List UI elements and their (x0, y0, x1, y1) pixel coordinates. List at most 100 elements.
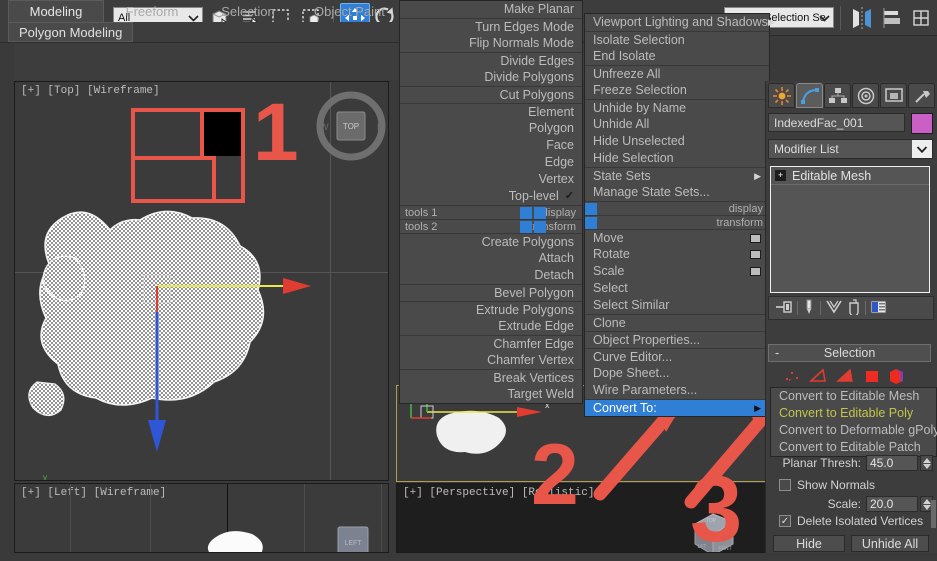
modifier-list-dropdown[interactable]: Modifier List (768, 139, 933, 159)
edge-icon[interactable] (808, 367, 829, 387)
planar-thresh-spinner[interactable] (920, 455, 933, 471)
menu-item-convert-to-editable-patch[interactable]: Convert to Editable Patch (771, 439, 936, 456)
menu-item-hide-unselected[interactable]: Hide Unselected (585, 133, 769, 150)
mirror-icon[interactable] (847, 3, 877, 33)
delete-isolated-vertices-checkbox[interactable]: ✓ (779, 515, 791, 527)
menu-item-detach[interactable]: Detach (400, 267, 582, 284)
menu-item-state-sets[interactable]: State Sets ▶ (585, 167, 769, 184)
menu-item-isolate-selection[interactable]: Isolate Selection (585, 31, 769, 48)
menu-item-divide-edges[interactable]: Divide Edges (400, 52, 582, 69)
menu-item-rotate[interactable]: Rotate (585, 246, 769, 263)
menu-item-face[interactable]: Face (400, 137, 582, 154)
tab-object-paint[interactable]: Object Paint (296, 0, 403, 22)
menu2-row-transform[interactable]: transform (585, 215, 769, 229)
menu-row-tools-2[interactable]: tools 2 transform (400, 219, 582, 233)
object-name-field[interactable]: IndexedFac_001 (768, 113, 905, 132)
menu-row-tools-1[interactable]: tools 1 display (400, 205, 582, 219)
tab-modeling[interactable]: Modeling (8, 0, 104, 22)
remove-modifier-icon[interactable] (847, 298, 861, 318)
menu-item-extrude-edge[interactable]: Extrude Edge (400, 318, 582, 335)
menu-item-hide-selection[interactable]: Hide Selection (585, 150, 769, 167)
menu-item-make-planar[interactable]: Make Planar (400, 1, 582, 18)
viewcube-perspective[interactable]: TOP LFT FRNT (685, 506, 747, 552)
menu-quad-display-transform[interactable]: Viewport Lighting and Shadows ▶ Isolate … (584, 13, 775, 417)
viewcube-left[interactable]: LEFT (334, 524, 372, 552)
menu-item-clone[interactable]: Clone (585, 314, 769, 331)
viewport-left[interactable]: [+] [Left] [Wireframe] LEFT (14, 483, 389, 553)
create-tab[interactable] (768, 83, 795, 108)
menu-item-end-isolate[interactable]: End Isolate (585, 48, 769, 65)
move-gizmo[interactable] (143, 272, 313, 462)
menu-item-viewport-lighting-and-shadows[interactable]: Viewport Lighting and Shadows ▶ (585, 14, 775, 31)
menu-convert-to[interactable]: Convert to Editable Mesh Convert to Edit… (770, 387, 937, 457)
settings-box-icon-2[interactable] (750, 250, 761, 259)
menu-item-convert-to-editable-mesh[interactable]: Convert to Editable Mesh (771, 388, 936, 405)
menu-item-select[interactable]: Select (585, 280, 769, 297)
layer-explorer-icon[interactable] (907, 3, 937, 33)
menu-item-create-polygons[interactable]: Create Polygons (400, 233, 582, 250)
tab-selection[interactable]: Selection (200, 0, 296, 22)
tab-freeform[interactable]: Freeform (104, 0, 200, 22)
menu-item-break-vertices[interactable]: Break Vertices (400, 369, 582, 386)
object-color-swatch[interactable] (911, 113, 933, 134)
element-icon[interactable] (888, 367, 908, 388)
display-tab[interactable] (880, 83, 907, 108)
settings-box-icon[interactable] (750, 233, 761, 243)
chevron-down-icon-2[interactable] (819, 13, 830, 25)
viewport-perspective[interactable]: [+] [Perspective] [Realistic] TOP LFT FR… (396, 483, 770, 553)
polygon-icon[interactable] (863, 368, 881, 387)
command-panel-scrollbar[interactable] (931, 500, 936, 528)
menu-item-curve-editor[interactable]: Curve Editor... (585, 348, 769, 365)
menu-item-move[interactable]: Move (585, 229, 769, 246)
menu-item-edge[interactable]: Edge (400, 154, 582, 171)
menu-item-unhide-all[interactable]: Unhide All (585, 116, 769, 133)
stack-item-editable-mesh[interactable]: + Editable Mesh (771, 167, 929, 185)
menu-item-turn-edges-mode[interactable]: Turn Edges Mode (400, 18, 582, 35)
modify-tab[interactable] (796, 83, 823, 108)
show-end-result-icon[interactable] (802, 299, 816, 318)
menu-item-vertex[interactable]: Vertex (400, 171, 582, 188)
utilities-tab[interactable] (908, 83, 935, 108)
chevron-down-icon-modifier[interactable] (912, 140, 932, 158)
viewcube-top[interactable]: TOP N S W E (315, 90, 387, 162)
menu-item-dope-sheet[interactable]: Dope Sheet... (585, 365, 769, 382)
menu-item-unfreeze-all[interactable]: Unfreeze All (585, 65, 769, 82)
tab-polygon-modeling[interactable]: Polygon Modeling (8, 22, 134, 42)
motion-tab[interactable] (852, 83, 879, 108)
menu-item-unhide-by-name[interactable]: Unhide by Name (585, 99, 769, 116)
show-normals-checkbox[interactable] (779, 479, 791, 491)
menu-item-scale[interactable]: Scale (585, 263, 769, 280)
menu-item-chamfer-edge[interactable]: Chamfer Edge (400, 335, 582, 352)
menu2-row-display[interactable]: display (585, 201, 769, 215)
menu-item-convert-to-editable-poly[interactable]: Convert to Editable Poly (771, 405, 936, 422)
selection-rollout-header[interactable]: - Selection (768, 344, 931, 362)
configure-modifier-sets-icon[interactable] (870, 299, 888, 318)
menu-item-top-level[interactable]: Top-level ✓ (400, 188, 582, 205)
planar-thresh-input[interactable]: 45.0 (866, 455, 918, 471)
menu-item-cut-polygons[interactable]: Cut Polygons (400, 86, 582, 103)
vertex-icon[interactable] (784, 368, 802, 387)
menu-item-convert-to-deformable-gpoly[interactable]: Convert to Deformable gPoly (771, 422, 937, 439)
menu-item-chamfer-vertex[interactable]: Chamfer Vertex (400, 352, 582, 369)
menu-item-element[interactable]: Element (400, 103, 582, 120)
settings-box-icon-3[interactable] (750, 267, 761, 276)
menu-item-target-weld[interactable]: Target Weld (400, 386, 582, 403)
make-unique-icon[interactable] (825, 299, 843, 318)
menu-item-attach[interactable]: Attach (400, 250, 582, 267)
expand-icon[interactable]: + (775, 170, 786, 181)
face-icon[interactable] (836, 368, 856, 387)
menu-item-bevel-polygon[interactable]: Bevel Polygon (400, 284, 582, 301)
menu-item-divide-polygons[interactable]: Divide Polygons (400, 69, 582, 86)
menu-polygon-tools[interactable]: Make Planar Turn Edges Mode Flip Normals… (399, 0, 583, 404)
menu-item-freeze-selection[interactable]: Freeze Selection (585, 82, 769, 99)
align-icon[interactable] (877, 3, 907, 33)
menu-item-polygon[interactable]: Polygon (400, 120, 582, 137)
pin-stack-icon[interactable] (775, 299, 793, 318)
menu-item-extrude-polygons[interactable]: Extrude Polygons (400, 301, 582, 318)
unhide-all-button[interactable]: Unhide All (851, 535, 929, 552)
menu-item-wire-parameters[interactable]: Wire Parameters... (585, 382, 769, 399)
collapse-icon[interactable]: - (769, 346, 785, 360)
menu-item-manage-state-sets[interactable]: Manage State Sets... (585, 184, 769, 201)
modifier-stack[interactable]: + Editable Mesh (770, 166, 930, 293)
menu-item-select-similar[interactable]: Select Similar (585, 297, 769, 314)
